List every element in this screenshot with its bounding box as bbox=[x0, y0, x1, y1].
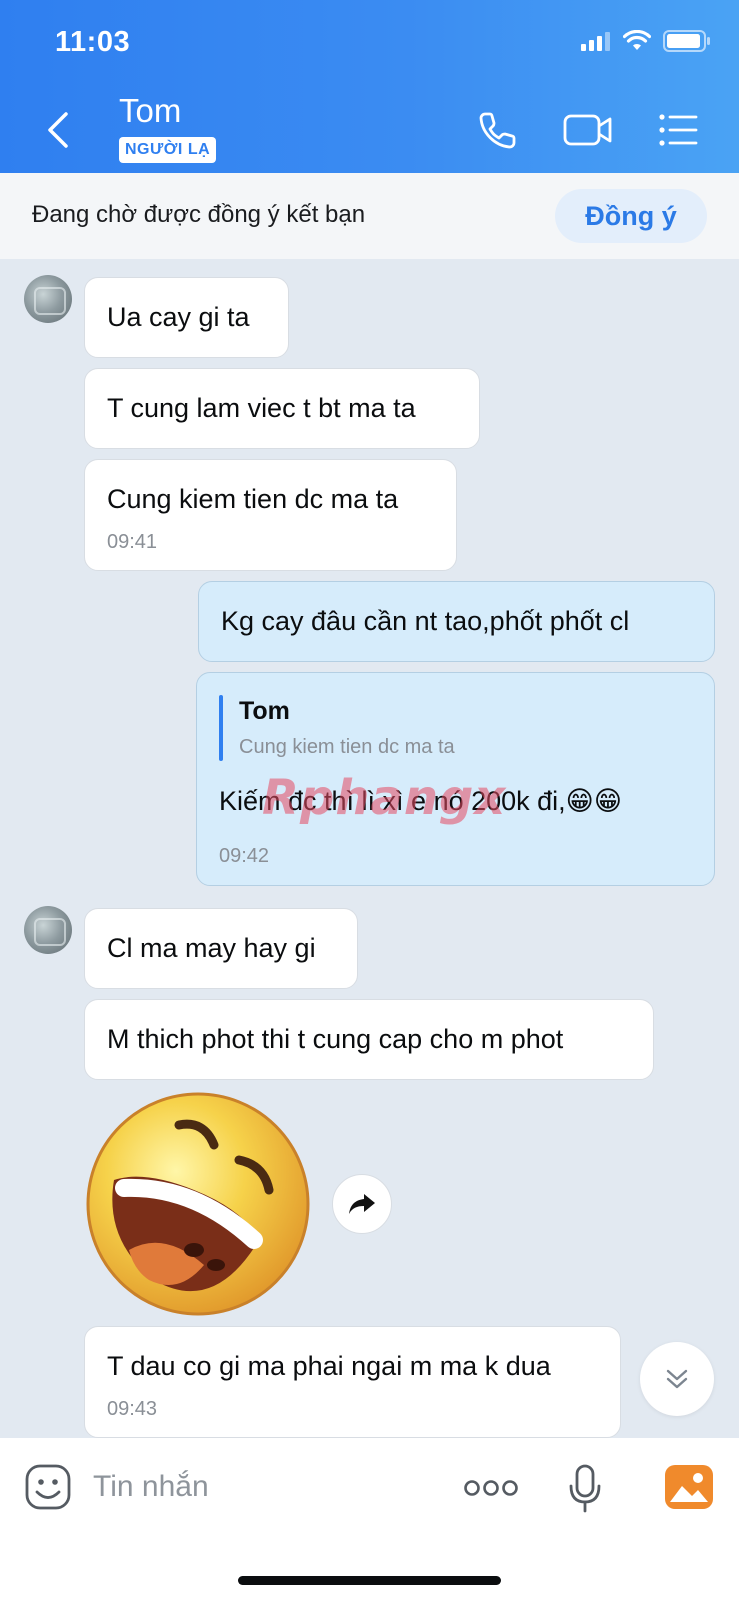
message-bubble[interactable]: M thich phot thi t cung cap cho m phot bbox=[84, 999, 654, 1080]
back-arrow-icon[interactable] bbox=[40, 108, 76, 152]
home-indicator bbox=[238, 1576, 501, 1585]
message-bubble[interactable]: T cung lam viec t bt ma ta bbox=[84, 368, 480, 449]
battery-icon bbox=[663, 30, 710, 52]
accept-friend-button[interactable]: Đồng ý bbox=[555, 189, 707, 243]
avatar[interactable] bbox=[24, 906, 72, 954]
sticker-emoji-icon[interactable] bbox=[24, 1463, 72, 1511]
message-input[interactable]: Tin nhắn bbox=[93, 1470, 209, 1504]
wifi-icon bbox=[623, 30, 651, 50]
message-time: 09:42 bbox=[219, 845, 270, 867]
message-text: T cung lam viec t bt ma ta bbox=[107, 393, 416, 423]
friend-request-status: Đang chờ được đồng ý kết bạn bbox=[32, 201, 366, 228]
watermark: Rphangx bbox=[262, 770, 507, 826]
chat-header: 11:03 Tom NGƯỜI LẠ bbox=[0, 0, 739, 173]
cellular-signal-icon bbox=[581, 32, 610, 51]
more-options-icon[interactable] bbox=[463, 1478, 519, 1498]
quote-indicator bbox=[219, 695, 223, 761]
status-time: 11:03 bbox=[55, 26, 131, 58]
video-call-icon[interactable] bbox=[562, 108, 614, 152]
message-bubble[interactable]: T dau co gi ma phai ngai m ma k dua 09:4… bbox=[84, 1326, 621, 1438]
message-bubble[interactable]: Ua cay gi ta bbox=[84, 277, 289, 358]
friend-request-bar: Đang chờ được đồng ý kết bạn Đồng ý bbox=[0, 173, 739, 259]
message-text: Ua cay gi ta bbox=[107, 302, 250, 332]
menu-list-icon[interactable] bbox=[656, 108, 700, 152]
stranger-badge: NGƯỜI LẠ bbox=[119, 137, 217, 163]
message-time: 09:41 bbox=[107, 531, 158, 553]
message-text: M thich phot thi t cung cap cho m phot bbox=[107, 1024, 564, 1054]
forward-button[interactable] bbox=[332, 1174, 392, 1234]
message-bubble[interactable]: Cung kiem tien dc ma ta 09:41 bbox=[84, 459, 457, 571]
status-icons bbox=[581, 30, 711, 52]
message-text: Cl ma may hay gi bbox=[107, 933, 316, 963]
quoted-sender: Tom bbox=[239, 697, 290, 725]
scroll-to-bottom-button[interactable] bbox=[640, 1342, 714, 1416]
contact-name[interactable]: Tom bbox=[119, 92, 181, 130]
double-chevron-down-icon bbox=[666, 1369, 688, 1389]
gallery-image-icon[interactable] bbox=[664, 1464, 714, 1510]
microphone-icon[interactable] bbox=[568, 1464, 602, 1514]
phone-call-icon[interactable] bbox=[476, 108, 520, 152]
quoted-text: Cung kiem tien dc ma ta bbox=[239, 736, 455, 758]
message-text: T dau co gi ma phai ngai m ma k dua bbox=[107, 1351, 551, 1381]
laughing-face-sticker[interactable] bbox=[84, 1090, 312, 1318]
message-bubble[interactable]: Cl ma may hay gi bbox=[84, 908, 358, 989]
message-time: 09:43 bbox=[107, 1398, 158, 1420]
message-text: Kg cay đâu cần nt tao,phốt phốt cl bbox=[221, 606, 630, 636]
avatar[interactable] bbox=[24, 275, 72, 323]
message-text: Cung kiem tien dc ma ta bbox=[107, 484, 399, 514]
message-bubble-sent[interactable]: Kg cay đâu cần nt tao,phốt phốt cl bbox=[198, 581, 715, 662]
forward-arrow-icon bbox=[349, 1194, 375, 1214]
